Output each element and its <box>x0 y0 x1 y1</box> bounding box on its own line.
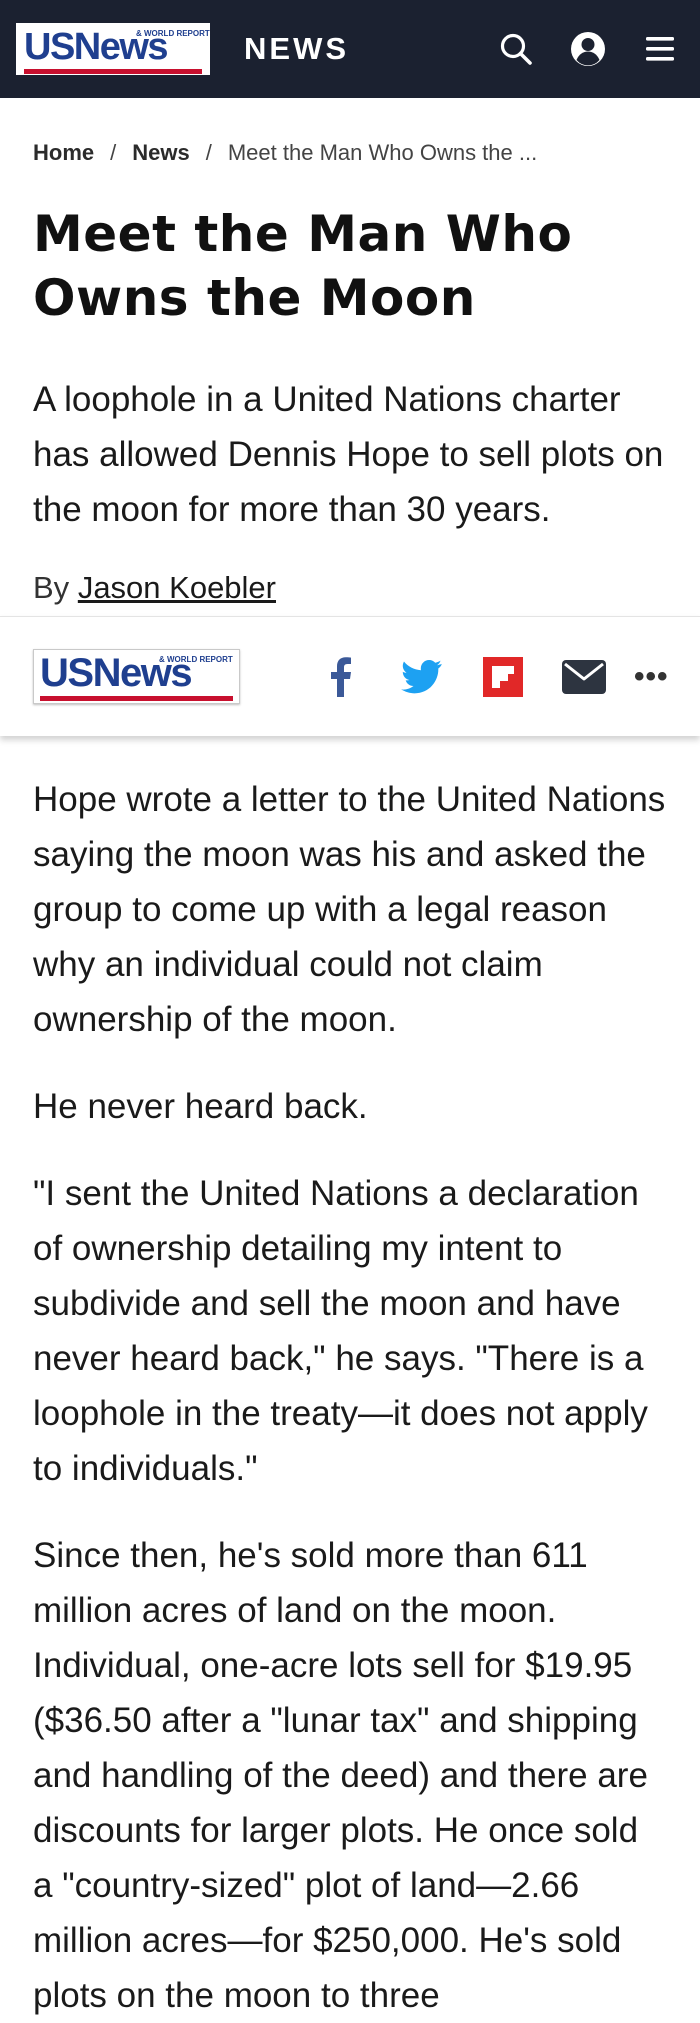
top-nav-bar: USNews & WORLD REPORT NEWS <box>0 0 700 98</box>
facebook-icon[interactable] <box>318 654 364 700</box>
account-icon[interactable] <box>566 27 610 71</box>
article-paragraph: "I sent the United Nations a declaration… <box>33 1174 648 1488</box>
twitter-icon[interactable] <box>399 654 445 700</box>
flipboard-icon[interactable] <box>480 654 526 700</box>
breadcrumb-separator: / <box>205 140 212 165</box>
article-paragraph: He never heard back. <box>33 1087 368 1126</box>
article-body: Hope wrote a letter to the United Nation… <box>33 772 667 2023</box>
author-link[interactable]: Jason Koebler <box>78 570 276 605</box>
usnews-logo-small[interactable]: USNews & WORLD REPORT <box>33 649 240 704</box>
breadcrumb-news-link[interactable]: News <box>132 140 189 166</box>
byline-prefix: By <box>33 570 70 605</box>
share-icons: ••• <box>318 654 669 700</box>
breadcrumb-separator: / <box>110 140 117 165</box>
article-paragraph: Hope wrote a letter to the United Nation… <box>33 780 666 1039</box>
logo-stripe <box>24 69 202 74</box>
logo-stripe <box>40 696 233 701</box>
menu-icon[interactable] <box>638 27 682 71</box>
email-icon[interactable] <box>561 654 607 700</box>
breadcrumb-home-link[interactable]: Home <box>33 140 94 166</box>
share-bar: USNews & WORLD REPORT ••• <box>0 616 700 736</box>
more-share-options-icon[interactable]: ••• <box>634 660 669 694</box>
search-icon[interactable] <box>494 27 538 71</box>
article-paragraph: Since then, he's sold more than 611 mill… <box>33 1536 648 2015</box>
logo-subtitle: & WORLD REPORT <box>159 655 233 664</box>
article-dek: A loophole in a United Nations charter h… <box>33 380 664 529</box>
breadcrumb: Home / News / Meet the Man Who Owns the … <box>33 140 700 166</box>
logo-subtitle: & WORLD REPORT <box>136 29 210 38</box>
breadcrumb-current: Meet the Man Who Owns the ... <box>227 140 538 165</box>
usnews-logo[interactable]: USNews & WORLD REPORT <box>16 23 210 75</box>
byline: By Jason Koebler <box>33 570 667 606</box>
section-title[interactable]: NEWS <box>244 31 349 67</box>
article-headline: Meet the Man Who Owns the Moon <box>33 205 573 327</box>
